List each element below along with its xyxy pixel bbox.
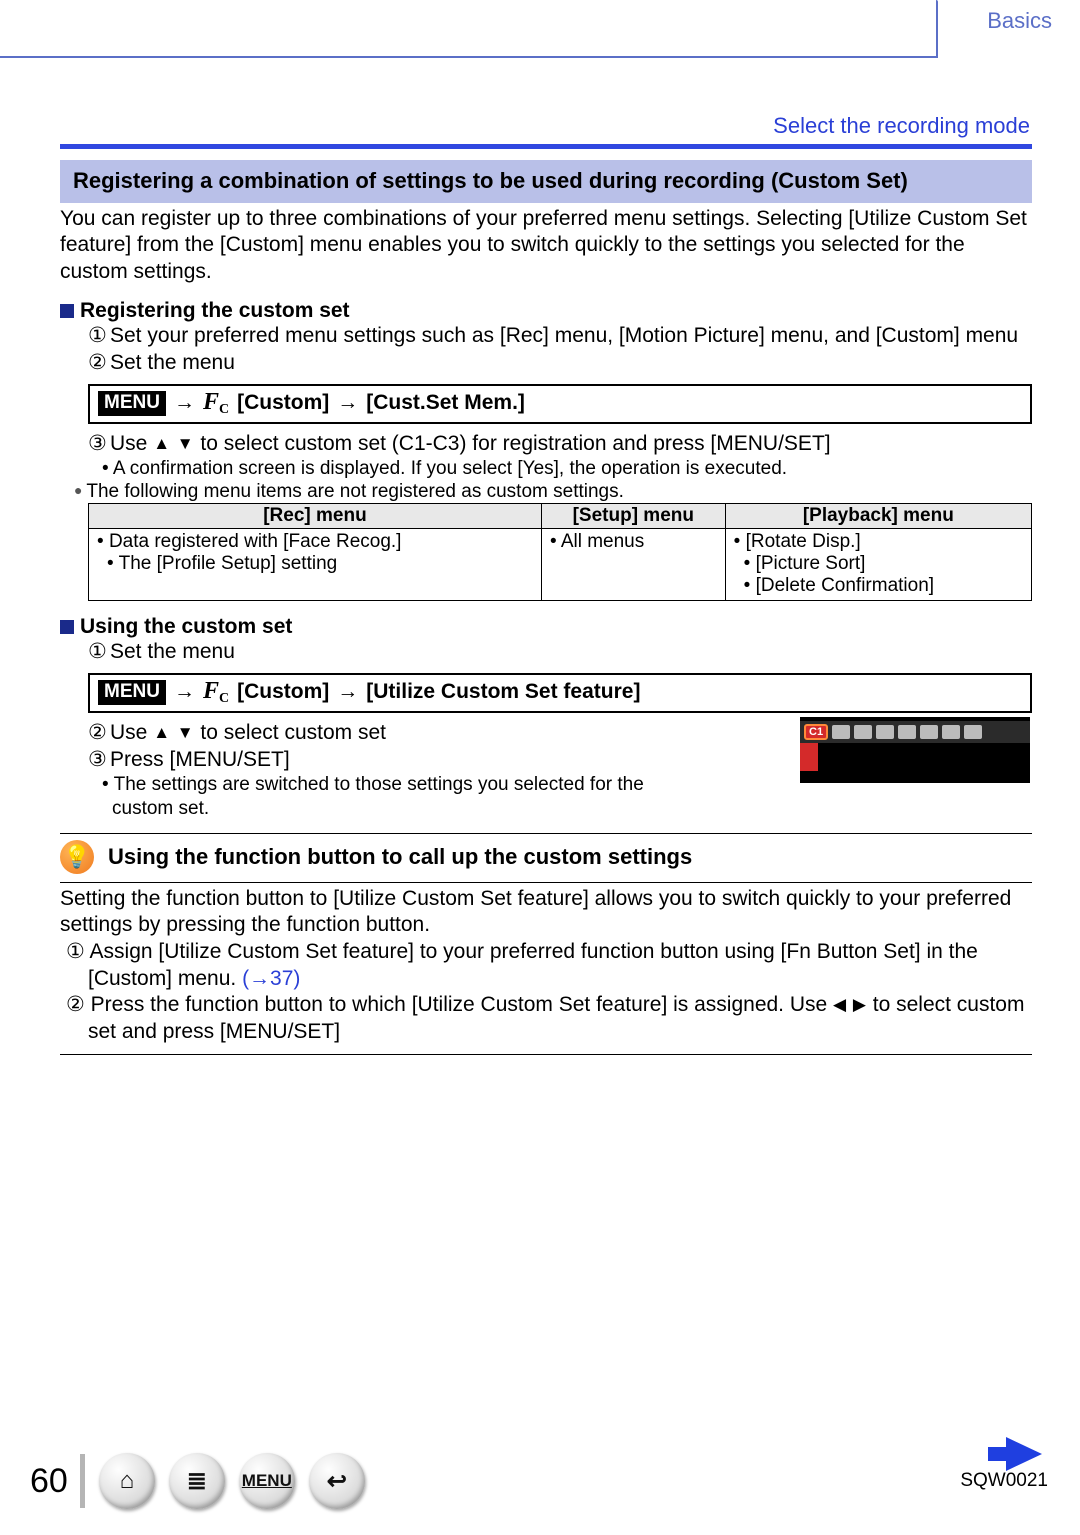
status-icon (964, 725, 982, 739)
section-link[interactable]: Select the recording mode (773, 113, 1030, 139)
register-note: A confirmation screen is displayed. If y… (112, 457, 1032, 481)
tip-step-1: ① Assign [Utilize Custom Set feature] to… (60, 939, 1032, 992)
status-icon (876, 725, 894, 739)
status-icon (854, 725, 872, 739)
col-rec: [Rec] menu (89, 504, 542, 529)
intro-text: You can register up to three combination… (60, 206, 1032, 286)
excluded-items-table: [Rec] menu [Setup] menu [Playback] menu … (88, 503, 1032, 601)
topic-banner: Registering a combination of settings to… (60, 160, 1032, 203)
menu-badge-icon: MENU (98, 391, 166, 416)
screen-thumbnail: C1 (800, 717, 1030, 783)
chapter-label: Basics (987, 8, 1052, 34)
cell-rec: • Data registered with [Face Recog.] • T… (89, 529, 542, 601)
use-step-2: ②Use ▲ ▼ to select custom set (88, 720, 698, 747)
cell-setup: • All menus (541, 529, 725, 601)
menu-badge-icon: MENU (98, 680, 166, 705)
square-bullet-icon (60, 304, 74, 318)
back-button[interactable]: ↩ (309, 1453, 365, 1509)
cell-playback: • [Rotate Disp.] • [Picture Sort] • [Del… (725, 529, 1031, 601)
page-number: 60 (30, 1462, 68, 1501)
register-menu-path: MENU → FC [Custom] → [Cust.Set Mem.] (88, 384, 1032, 424)
list-icon: ≣ (187, 1467, 207, 1496)
home-button[interactable]: ⌂ (99, 1453, 155, 1509)
custom-wrench-icon: FC (203, 678, 229, 707)
col-setup: [Setup] menu (541, 504, 725, 529)
square-bullet-icon (60, 620, 74, 634)
red-indicator-icon (800, 743, 818, 771)
register-step-1: ①Set your preferred menu settings such a… (88, 323, 1032, 350)
status-icon (920, 725, 938, 739)
status-icon (832, 725, 850, 739)
divider (80, 1454, 85, 1508)
header-rule-corner (936, 0, 938, 56)
home-icon: ⌂ (120, 1467, 135, 1495)
register-step-2: ②Set the menu (88, 350, 1032, 377)
lightbulb-icon: 💡 (60, 840, 94, 874)
header-rule (0, 56, 938, 58)
c1-badge-icon: C1 (804, 724, 828, 740)
tip-heading: Using the function button to call up the… (108, 844, 692, 870)
rule (60, 882, 1032, 883)
use-menu-path: MENU → FC [Custom] → [Utilize Custom Set… (88, 673, 1032, 713)
up-down-icon: ▲ ▼ (153, 723, 194, 742)
col-playback: [Playback] menu (725, 504, 1031, 529)
custom-wrench-icon: FC (203, 389, 229, 418)
menu-label: MENU (242, 1471, 292, 1491)
cross-reference-link[interactable]: (→37) (242, 967, 300, 990)
document-code: SQW0021 (960, 1470, 1048, 1492)
page-footer: 60 ⌂ ≣ MENU ↩ SQW0021 (30, 1453, 1048, 1509)
section-rule (60, 144, 1032, 149)
use-heading: Using the custom set (60, 615, 1032, 639)
up-down-icon: ▲ ▼ (153, 434, 194, 453)
register-step-3: ③Use ▲ ▼ to select custom set (C1-C3) fo… (88, 431, 1032, 458)
use-note: The settings are switched to those setti… (112, 773, 702, 821)
back-icon: ↩ (327, 1467, 347, 1496)
status-icon (942, 725, 960, 739)
rule (60, 1054, 1032, 1055)
menu-button[interactable]: MENU (239, 1453, 295, 1509)
status-icon (898, 725, 916, 739)
register-table-lead: The following menu items are not registe… (88, 481, 1032, 503)
use-step-1: ①Set the menu (88, 639, 1032, 666)
contents-button[interactable]: ≣ (169, 1453, 225, 1509)
tip-step-2: ② Press the function button to which [Ut… (60, 992, 1032, 1045)
register-heading: Registering the custom set (60, 299, 1032, 323)
tip-heading-row: 💡 Using the function button to call up t… (60, 833, 1032, 874)
tip-intro: Setting the function button to [Utilize … (60, 886, 1032, 939)
left-right-icon: ◀ ▶ (833, 995, 867, 1014)
